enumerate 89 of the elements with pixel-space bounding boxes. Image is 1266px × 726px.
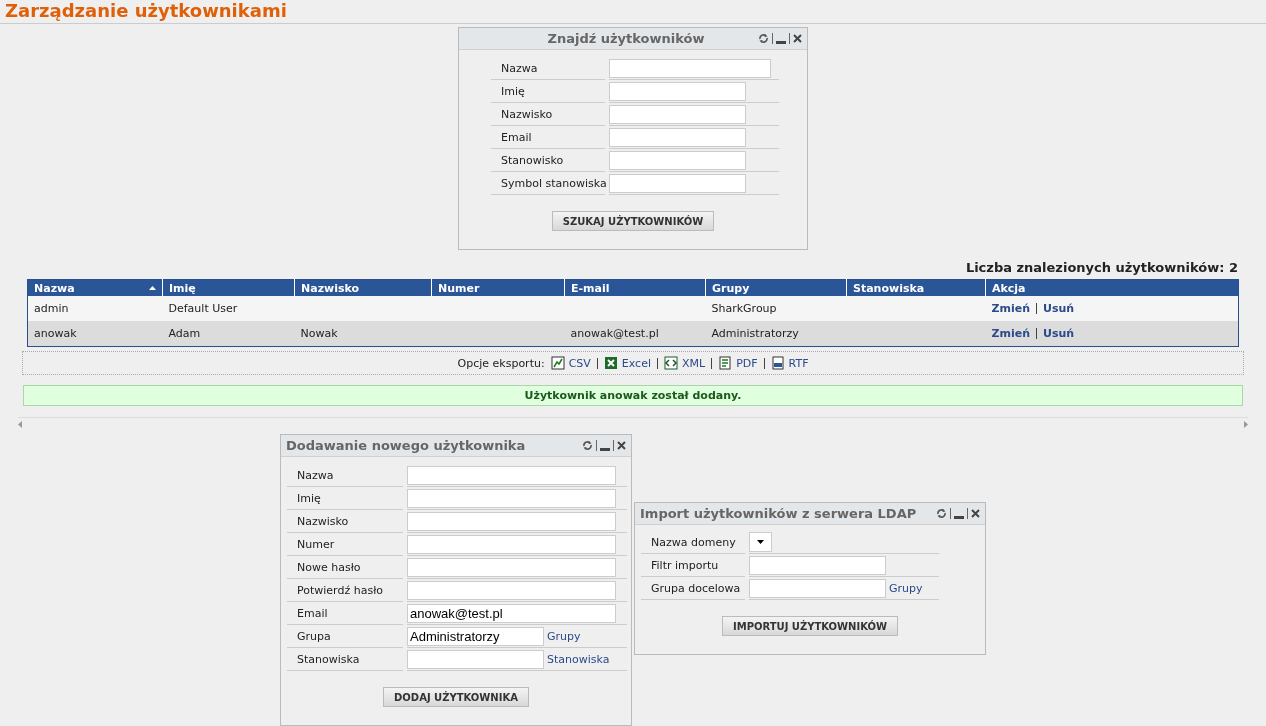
caret-icon <box>757 540 764 544</box>
field-label: Grupa <box>287 625 403 648</box>
table-cell: SharkGroup <box>711 302 777 315</box>
column-header[interactable]: Numer <box>431 279 565 296</box>
success-message: Użytkownik anowak został dodany. <box>23 385 1243 406</box>
table-cell: Default User <box>168 302 238 315</box>
page-title: Zarządzanie użytkownikami <box>0 0 1266 24</box>
field-label: Imię <box>287 487 403 510</box>
close-icon[interactable] <box>617 441 626 450</box>
input-field[interactable] <box>407 534 616 554</box>
input-field[interactable]: Administratorzy <box>407 626 544 646</box>
input-field[interactable] <box>609 150 746 170</box>
field-label: Potwierdź hasło <box>287 579 403 602</box>
close-icon[interactable] <box>793 34 802 43</box>
panel-title: Dodawanie nowego użytkownika <box>286 438 527 453</box>
scroll-right-icon[interactable] <box>1244 420 1248 428</box>
table-cell: Administratorzy <box>711 327 799 340</box>
field-label: Filtr importu <box>641 554 745 577</box>
close-icon[interactable] <box>971 509 980 518</box>
input-field[interactable] <box>609 58 771 78</box>
input-field[interactable] <box>407 649 544 669</box>
submit-button[interactable]: IMPORTUJ UŻYTKOWNIKÓW <box>721 616 899 636</box>
field-label: Numer <box>287 533 403 556</box>
field-label: Nazwisko <box>287 510 403 533</box>
refresh-icon[interactable] <box>758 33 769 44</box>
dropdown[interactable] <box>749 532 772 552</box>
table-cell: Adam <box>168 327 201 340</box>
field-label: Nazwa domeny <box>641 531 745 554</box>
action-link[interactable]: Zmień <box>991 327 1030 340</box>
spreadsheet-icon <box>603 356 618 370</box>
input-field[interactable]: anowak@test.pl <box>407 603 616 623</box>
export-link[interactable]: RTF <box>788 356 809 370</box>
field-label: Symbol stanowiska <box>491 172 605 195</box>
action-link[interactable]: Usuń <box>1043 302 1075 315</box>
input-field[interactable] <box>749 578 886 598</box>
column-header[interactable]: Akcja <box>985 279 1239 296</box>
input-field[interactable] <box>609 127 746 147</box>
export-link[interactable]: CSV <box>568 356 591 370</box>
field-label: Imię <box>491 80 605 103</box>
field-label: Email <box>287 602 403 625</box>
table-cell: anowak <box>34 327 77 340</box>
field-label: Email <box>491 126 605 149</box>
field-label: Stanowisko <box>491 149 605 172</box>
input-field[interactable] <box>407 465 616 485</box>
field-label: Grupa docelowa <box>641 577 745 600</box>
action-link[interactable]: Zmień <box>991 302 1030 315</box>
code-file-icon <box>664 356 678 370</box>
input-field[interactable] <box>609 81 746 101</box>
chart-file-icon <box>550 356 565 370</box>
horizontal-scrollbar[interactable] <box>18 417 1248 430</box>
column-header[interactable]: E-mail <box>564 279 706 296</box>
link[interactable]: Stanowiska <box>547 652 610 666</box>
field-label: Stanowiska <box>287 648 403 671</box>
scroll-left-icon[interactable] <box>18 420 22 428</box>
refresh-icon[interactable] <box>936 508 947 519</box>
input-field[interactable] <box>749 555 886 575</box>
export-label: Opcje eksportu: <box>457 356 545 370</box>
column-header[interactable]: Nazwa <box>27 279 163 296</box>
submit-button[interactable]: DODAJ UŻYTKOWNIKA <box>383 687 529 707</box>
table-cell: Nowak <box>300 327 338 340</box>
field-label: Nazwisko <box>491 103 605 126</box>
panel-title: Import użytkowników z serwera LDAP <box>640 506 918 521</box>
input-field[interactable] <box>407 488 616 508</box>
table-cell: anowak@test.pl <box>570 327 659 340</box>
panel-title: Znajdź użytkowników <box>546 31 706 46</box>
column-header[interactable]: Nazwisko <box>294 279 432 296</box>
input-field[interactable] <box>609 104 746 124</box>
link[interactable]: Grupy <box>889 581 923 595</box>
field-label: Nowe hasło <box>287 556 403 579</box>
column-header[interactable]: Grupy <box>705 279 847 296</box>
input-field[interactable] <box>407 557 616 577</box>
action-link[interactable]: Usuń <box>1043 327 1075 340</box>
input-field[interactable] <box>407 511 616 531</box>
export-link[interactable]: Excel <box>621 356 651 370</box>
column-header[interactable]: Imię <box>162 279 295 296</box>
link[interactable]: Grupy <box>547 629 581 643</box>
field-label: Nazwa <box>287 464 403 487</box>
input-field[interactable] <box>407 580 616 600</box>
column-header[interactable]: Stanowiska <box>846 279 986 296</box>
table-cell: admin <box>34 302 69 315</box>
result-count: Liczba znalezionych użytkowników: 2 <box>964 259 1239 277</box>
document-icon <box>718 356 733 370</box>
input-field[interactable] <box>609 173 746 193</box>
document-icon <box>770 356 785 370</box>
export-link[interactable]: PDF <box>736 356 758 370</box>
submit-button[interactable]: SZUKAJ UŻYTKOWNIKÓW <box>551 211 715 231</box>
refresh-icon[interactable] <box>582 440 593 451</box>
field-label: Nazwa <box>491 57 605 80</box>
export-link[interactable]: XML <box>682 356 706 370</box>
